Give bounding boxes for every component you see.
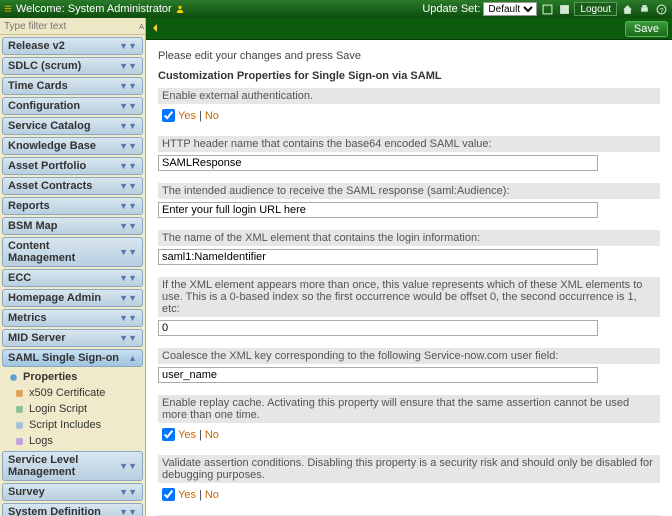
property-checkbox[interactable] bbox=[162, 109, 175, 122]
logout-button[interactable]: Logout bbox=[574, 2, 617, 16]
property-label: If the XML element appears more than onc… bbox=[158, 277, 660, 317]
sidebar-item[interactable]: Properties bbox=[0, 369, 145, 385]
sidebar-module[interactable]: Configuration▼▼ bbox=[2, 97, 143, 115]
property-label: Enable external authentication. bbox=[158, 88, 660, 104]
chevron-down-icon: ▼▼ bbox=[119, 141, 137, 151]
property-label: Validate assertion conditions. Disabling… bbox=[158, 455, 660, 483]
sidebar-item[interactable]: Script Includes bbox=[0, 417, 145, 433]
sidebar-item[interactable]: Login Script bbox=[0, 401, 145, 417]
chevron-down-icon: ▼▼ bbox=[119, 161, 137, 171]
sidebar-module[interactable]: Asset Portfolio▼▼ bbox=[2, 157, 143, 175]
sidebar-module[interactable]: BSM Map▼▼ bbox=[2, 217, 143, 235]
property-checkbox[interactable] bbox=[162, 428, 175, 441]
home-icon[interactable] bbox=[620, 2, 634, 16]
nav-toggle-icon[interactable] bbox=[4, 5, 12, 13]
no-link[interactable]: No bbox=[205, 110, 219, 122]
chevron-down-icon: ▼▼ bbox=[119, 61, 137, 71]
property-label: The intended audience to receive the SAM… bbox=[158, 183, 660, 199]
chevron-down-icon: ▼▼ bbox=[119, 41, 137, 51]
property-input[interactable] bbox=[158, 202, 598, 218]
chevron-down-icon: ▼▼ bbox=[119, 81, 137, 91]
instruction-text: Please edit your changes and press Save bbox=[158, 50, 660, 62]
yes-link[interactable]: Yes bbox=[178, 429, 196, 441]
sidebar-module[interactable]: Survey▼▼ bbox=[2, 483, 143, 501]
sidebar-module[interactable]: Asset Contracts▼▼ bbox=[2, 177, 143, 195]
form-title: Customization Properties for Single Sign… bbox=[158, 70, 660, 82]
sidebar-module[interactable]: System Definition▼▼ bbox=[2, 503, 143, 516]
chevron-down-icon: ▲ bbox=[128, 353, 137, 363]
sidebar-module[interactable]: SAML Single Sign-on▲ bbox=[2, 349, 143, 367]
yes-link[interactable]: Yes bbox=[178, 489, 196, 501]
update-set-label: Update Set: bbox=[422, 3, 480, 15]
chevron-down-icon: ▼▼ bbox=[119, 293, 137, 303]
main: Save Please edit your changes and press … bbox=[146, 18, 672, 516]
svg-text:A: A bbox=[139, 22, 144, 31]
update-set-view-icon[interactable] bbox=[540, 2, 554, 16]
sidebar-module[interactable]: Content Management▼▼ bbox=[2, 237, 143, 267]
sidebar-module[interactable]: Time Cards▼▼ bbox=[2, 77, 143, 95]
welcome-text: Welcome: System Administrator bbox=[4, 3, 184, 15]
sidebar-module[interactable]: Reports▼▼ bbox=[2, 197, 143, 215]
svg-text:?: ? bbox=[659, 5, 663, 14]
sidebar-module[interactable]: ECC▼▼ bbox=[2, 269, 143, 287]
filter-input[interactable] bbox=[4, 21, 136, 32]
sidebar-module[interactable]: Knowledge Base▼▼ bbox=[2, 137, 143, 155]
sidebar-module[interactable]: Service Catalog▼▼ bbox=[2, 117, 143, 135]
chevron-down-icon: ▼▼ bbox=[119, 101, 137, 111]
property-checkbox[interactable] bbox=[162, 488, 175, 501]
chevron-down-icon: ▼▼ bbox=[119, 221, 137, 231]
back-icon[interactable] bbox=[150, 22, 164, 36]
sidebar-module[interactable]: Service Level Management▼▼ bbox=[2, 451, 143, 481]
header-right: Update Set: Default Logout ? bbox=[422, 2, 668, 16]
chevron-down-icon: ▼▼ bbox=[119, 121, 137, 131]
sidebar-module[interactable]: Release v2▼▼ bbox=[2, 37, 143, 55]
filter-a-icon[interactable]: A bbox=[137, 20, 146, 32]
property-label: The name of the XML element that contain… bbox=[158, 230, 660, 246]
chevron-down-icon: ▼▼ bbox=[119, 201, 137, 211]
chevron-down-icon: ▼▼ bbox=[119, 487, 137, 497]
nav: Release v2▼▼ SDLC (scrum)▼▼ Time Cards▼▼ Co… bbox=[0, 35, 145, 516]
chevron-down-icon: ▼▼ bbox=[119, 461, 137, 471]
help-icon[interactable]: ? bbox=[654, 2, 668, 16]
sidebar-item[interactable]: Logs bbox=[0, 433, 145, 449]
user-icon bbox=[176, 5, 184, 13]
form-content: Please edit your changes and press Save … bbox=[146, 40, 672, 516]
update-set-default-icon[interactable] bbox=[557, 2, 571, 16]
chevron-down-icon: ▼▼ bbox=[119, 247, 137, 257]
chevron-down-icon: ▼▼ bbox=[119, 507, 137, 516]
sidebar-module[interactable]: SDLC (scrum)▼▼ bbox=[2, 57, 143, 75]
property-input[interactable] bbox=[158, 249, 598, 265]
chevron-down-icon: ▼▼ bbox=[119, 333, 137, 343]
chevron-down-icon: ▼▼ bbox=[119, 181, 137, 191]
property-input[interactable] bbox=[158, 320, 598, 336]
property-label: Enable replay cache. Activating this pro… bbox=[158, 395, 660, 423]
yes-link[interactable]: Yes bbox=[178, 110, 196, 122]
no-link[interactable]: No bbox=[205, 429, 219, 441]
toolbar-save-button[interactable]: Save bbox=[625, 21, 668, 37]
property-input[interactable] bbox=[158, 367, 598, 383]
sidebar-item[interactable]: x509 Certificate bbox=[0, 385, 145, 401]
property-input[interactable] bbox=[158, 155, 598, 171]
toolbar: Save bbox=[146, 18, 672, 40]
print-icon[interactable] bbox=[637, 2, 651, 16]
sidebar-module[interactable]: MID Server▼▼ bbox=[2, 329, 143, 347]
update-set-select[interactable]: Default bbox=[483, 2, 537, 16]
chevron-down-icon: ▼▼ bbox=[119, 273, 137, 283]
property-label: Coalesce the XML key corresponding to th… bbox=[158, 348, 660, 364]
chevron-down-icon: ▼▼ bbox=[119, 313, 137, 323]
sidebar: A A Release v2▼▼ SDLC (scrum)▼▼ Time Cards… bbox=[0, 18, 146, 516]
filter-row: A A bbox=[0, 18, 145, 35]
no-link[interactable]: No bbox=[205, 489, 219, 501]
sidebar-module[interactable]: Metrics▼▼ bbox=[2, 309, 143, 327]
sidebar-module[interactable]: Homepage Admin▼▼ bbox=[2, 289, 143, 307]
property-label: HTTP header name that contains the base6… bbox=[158, 136, 660, 152]
header: Welcome: System Administrator Update Set… bbox=[0, 0, 672, 18]
